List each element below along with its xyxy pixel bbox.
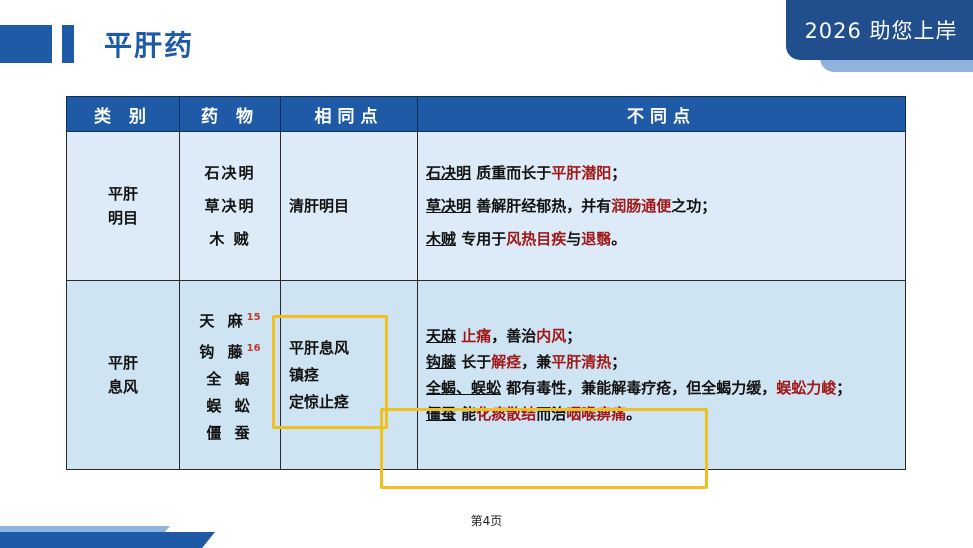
category-cell: 平肝 息风 bbox=[66, 280, 180, 470]
brand-badge: 2026 助您上岸 bbox=[786, 0, 973, 60]
header-drugs: 药 物 bbox=[179, 96, 281, 132]
diff-line: 木贼 专用于风热目疾与退翳。 bbox=[426, 229, 627, 248]
drug-name: 钩 藤16 bbox=[199, 342, 261, 361]
header-same: 相同点 bbox=[280, 96, 418, 132]
diff-line: 石决明 质重而长于平肝潜阳； bbox=[426, 163, 627, 182]
header-diff: 不同点 bbox=[417, 96, 906, 132]
header-category: 类 别 bbox=[66, 96, 180, 132]
same-cell: 清肝明目 bbox=[280, 131, 418, 281]
category-cell: 平肝 明目 bbox=[66, 131, 180, 281]
drug-name: 石决明 bbox=[204, 163, 256, 182]
drug-name: 全 蝎 bbox=[206, 369, 254, 388]
drug-name: 草决明 bbox=[204, 196, 256, 215]
drug-name: 木 贼 bbox=[209, 229, 251, 248]
footer-decor-bar bbox=[0, 532, 215, 548]
diff-cell: 石决明 质重而长于平肝潜阳； 草决明 善解肝经郁热，并有润肠通便之功； 木贼 专… bbox=[417, 131, 906, 281]
highlight-box-diff bbox=[380, 408, 708, 489]
drug-name: 天 麻15 bbox=[199, 311, 261, 330]
drug-name: 蜈 蚣 bbox=[206, 396, 254, 415]
drugs-cell: 石决明 草决明 木 贼 bbox=[179, 131, 281, 281]
page-title: 平肝药 bbox=[104, 29, 195, 62]
header-decor-bar-thin bbox=[62, 25, 74, 63]
drug-name: 僵 蚕 bbox=[206, 423, 254, 442]
highlight-box-same bbox=[272, 315, 388, 429]
diff-line: 草决明 善解肝经郁热，并有润肠通便之功； bbox=[426, 196, 717, 215]
diff-line: 全蝎、蜈蚣 都有毒性，兼能解毒疗疮，但全蝎力缓，蜈蚣力峻； bbox=[426, 379, 852, 397]
table-row: 平肝 明目 石决明 草决明 木 贼 清肝明目 石决明 质重而长于平肝潜阳； 草决… bbox=[66, 131, 906, 281]
drugs-cell: 天 麻15 钩 藤16 全 蝎 蜈 蚣 僵 蚕 bbox=[179, 280, 281, 470]
footer-decor-light bbox=[0, 526, 170, 532]
header-decor-bar bbox=[0, 25, 52, 63]
diff-line: 天麻 止痛，善治内风； bbox=[426, 327, 582, 345]
diff-line: 钩藤 长于解痉，兼平肝清热； bbox=[426, 353, 627, 371]
